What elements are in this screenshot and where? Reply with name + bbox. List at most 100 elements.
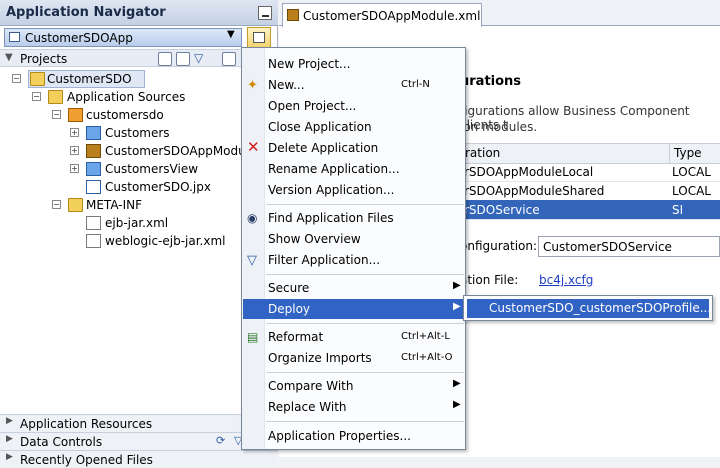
menu-item-label: Reformat bbox=[268, 330, 324, 344]
collapse-icon[interactable]: − bbox=[52, 200, 61, 209]
tree-row[interactable]: + Customers bbox=[0, 124, 278, 142]
menu-item-new-project[interactable]: New Project... bbox=[243, 54, 465, 74]
view-object-icon bbox=[86, 126, 101, 140]
table-cell: LOCAL bbox=[672, 165, 711, 179]
table-cell: LOCAL bbox=[672, 184, 711, 198]
tree-row[interactable]: + CustomerSDOAppModule bbox=[0, 142, 278, 160]
tree-row[interactable]: CustomerSDO.jpx bbox=[0, 178, 278, 196]
minimize-icon[interactable] bbox=[258, 6, 272, 20]
menu-item-label: Version Application... bbox=[268, 183, 395, 197]
menu-item-label: Close Application bbox=[268, 120, 372, 134]
menu-item-new[interactable]: ✦ New... Ctrl-N bbox=[243, 75, 465, 95]
menu-item-label: Organize Imports bbox=[268, 351, 372, 365]
menu-item-reformat[interactable]: ▤ Reformat Ctrl+Alt-L bbox=[243, 327, 465, 347]
section-heading: urations bbox=[460, 74, 522, 89]
submenu-arrow-icon: ▶ bbox=[453, 301, 461, 312]
menu-item-organize-imports[interactable]: Organize Imports Ctrl+Alt-O bbox=[243, 348, 465, 368]
column-header-configuration[interactable]: ration bbox=[460, 143, 672, 164]
default-configuration-value: CustomerSDOService bbox=[543, 240, 672, 254]
tree-label: META-INF bbox=[86, 198, 143, 212]
menu-item-close-application[interactable]: Close Application bbox=[243, 117, 465, 137]
application-menu-button[interactable] bbox=[247, 27, 271, 49]
menu-item-application-properties[interactable]: Application Properties... bbox=[243, 426, 465, 446]
tree-row-project[interactable]: − CustomerSDO bbox=[0, 70, 278, 88]
collapse-icon[interactable]: ▼ bbox=[5, 52, 13, 63]
menu-item-replace-with[interactable]: Replace With ▶ bbox=[243, 397, 465, 417]
table-row[interactable]: rSDOAppModuleShared LOCAL bbox=[460, 181, 720, 201]
tree-label: CustomerSDOAppModule bbox=[105, 144, 257, 158]
application-navigator-panel: Application Navigator CustomerSDOApp ▼ ▼… bbox=[0, 0, 278, 468]
collapse-icon[interactable]: − bbox=[12, 74, 21, 83]
menu-item-label: Find Application Files bbox=[268, 211, 394, 225]
default-configuration-label: onfiguration: bbox=[460, 239, 538, 253]
menu-item-shortcut: Ctrl+Alt-L bbox=[401, 331, 450, 342]
deploy-submenu: CustomerSDO_customerSDOProfile... bbox=[463, 295, 713, 321]
expand-icon[interactable]: + bbox=[70, 146, 79, 155]
view-object-icon bbox=[86, 162, 101, 176]
menu-item-label: Delete Application bbox=[268, 141, 379, 155]
table-cell: rSDOService bbox=[464, 203, 540, 217]
menu-item-show-overview[interactable]: Show Overview bbox=[243, 229, 465, 249]
xml-file-icon bbox=[86, 234, 101, 248]
application-select-value: CustomerSDOApp bbox=[25, 31, 133, 45]
panel-label: Data Controls bbox=[20, 435, 103, 449]
panel-application-resources[interactable]: ▶ Application Resources bbox=[0, 414, 278, 432]
table-row[interactable]: rSDOAppModuleLocal LOCAL bbox=[460, 162, 720, 182]
menu-item-delete-application[interactable]: ✕ Delete Application bbox=[243, 138, 465, 158]
tree-label: CustomerSDO bbox=[47, 72, 132, 86]
filter-icon[interactable]: ▽ bbox=[194, 51, 203, 65]
expand-icon: ▶ bbox=[6, 452, 13, 462]
menu-item-label: Filter Application... bbox=[268, 253, 381, 267]
table-row-selected[interactable]: rSDOService SI bbox=[460, 200, 720, 220]
tree-row[interactable]: ejb-jar.xml bbox=[0, 214, 278, 232]
expand-icon[interactable]: + bbox=[70, 164, 79, 173]
menu-item-version-application[interactable]: Version Application... bbox=[243, 180, 465, 200]
tree-row[interactable]: + CustomersView bbox=[0, 160, 278, 178]
view-options-icon[interactable] bbox=[222, 52, 236, 66]
jpx-file-icon bbox=[86, 180, 101, 194]
panel-data-controls[interactable]: ▶ Data Controls ⟳ ▽ bbox=[0, 432, 278, 450]
configuration-file-label: ation File: bbox=[460, 273, 519, 287]
menu-separator bbox=[266, 274, 464, 275]
collapse-icon[interactable]: − bbox=[32, 92, 41, 101]
projects-bar[interactable]: ▼ Projects ▽ bbox=[0, 49, 278, 67]
panel-recently-opened-files[interactable]: ▶ Recently Opened Files bbox=[0, 450, 278, 468]
refresh-icon[interactable] bbox=[176, 52, 190, 66]
menu-item-open-project[interactable]: Open Project... bbox=[243, 96, 465, 116]
projects-label: Projects bbox=[20, 52, 68, 66]
menu-item-find-application-files[interactable]: ◉ Find Application Files bbox=[243, 208, 465, 228]
refresh-icon[interactable]: ⟳ bbox=[216, 434, 225, 447]
tree-row[interactable]: − customersdo bbox=[0, 106, 278, 124]
menu-separator bbox=[266, 204, 464, 205]
configuration-file-link[interactable]: bc4j.xcfg bbox=[539, 273, 593, 287]
tree-row[interactable]: − Application Sources bbox=[0, 88, 278, 106]
submenu-arrow-icon: ▶ bbox=[453, 399, 461, 410]
menu-item-shortcut: Ctrl-N bbox=[401, 79, 430, 90]
application-icon bbox=[9, 32, 20, 42]
chevron-down-icon: ▼ bbox=[227, 29, 235, 40]
tree-label: Application Sources bbox=[67, 90, 186, 104]
xml-file-icon bbox=[86, 216, 101, 230]
menu-item-rename-application[interactable]: Rename Application... bbox=[243, 159, 465, 179]
menu-item-secure[interactable]: Secure ▶ bbox=[243, 278, 465, 298]
default-configuration-select[interactable]: CustomerSDOService bbox=[538, 236, 720, 257]
menu-item-label: Compare With bbox=[268, 379, 354, 393]
tab-customersdoappmodule-xml[interactable]: CustomerSDOAppModule.xml bbox=[282, 3, 482, 27]
menu-item-deployment-profile[interactable]: CustomerSDO_customerSDOProfile... bbox=[467, 299, 711, 318]
expand-icon[interactable]: + bbox=[70, 128, 79, 137]
tree-row[interactable]: weblogic-ejb-jar.xml bbox=[0, 232, 278, 250]
column-header-type[interactable]: Type bbox=[669, 143, 720, 164]
search-icon[interactable] bbox=[158, 52, 172, 66]
collapse-icon[interactable]: − bbox=[52, 110, 61, 119]
folder-icon bbox=[68, 198, 83, 212]
panel-label: Recently Opened Files bbox=[20, 453, 153, 467]
menu-item-compare-with[interactable]: Compare With ▶ bbox=[243, 376, 465, 396]
reformat-icon: ▤ bbox=[247, 330, 259, 344]
filter-icon: ▽ bbox=[247, 253, 257, 268]
table-cell: rSDOAppModuleLocal bbox=[464, 165, 594, 179]
menu-item-deploy[interactable]: Deploy ▶ bbox=[243, 299, 465, 319]
menu-item-filter-application[interactable]: ▽ Filter Application... bbox=[243, 250, 465, 270]
folder-icon bbox=[48, 90, 63, 104]
application-select[interactable]: CustomerSDOApp ▼ bbox=[4, 28, 242, 47]
tree-row[interactable]: − META-INF bbox=[0, 196, 278, 214]
